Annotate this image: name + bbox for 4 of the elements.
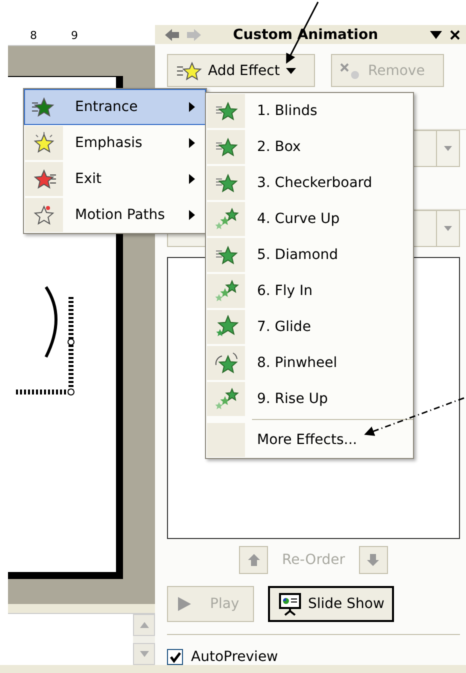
reorder-label: Re-Order (282, 552, 345, 568)
ruler-number: 9 (71, 30, 78, 40)
autopreview-label: AutoPreview (191, 649, 278, 665)
ruler-number: 8 (30, 30, 37, 40)
